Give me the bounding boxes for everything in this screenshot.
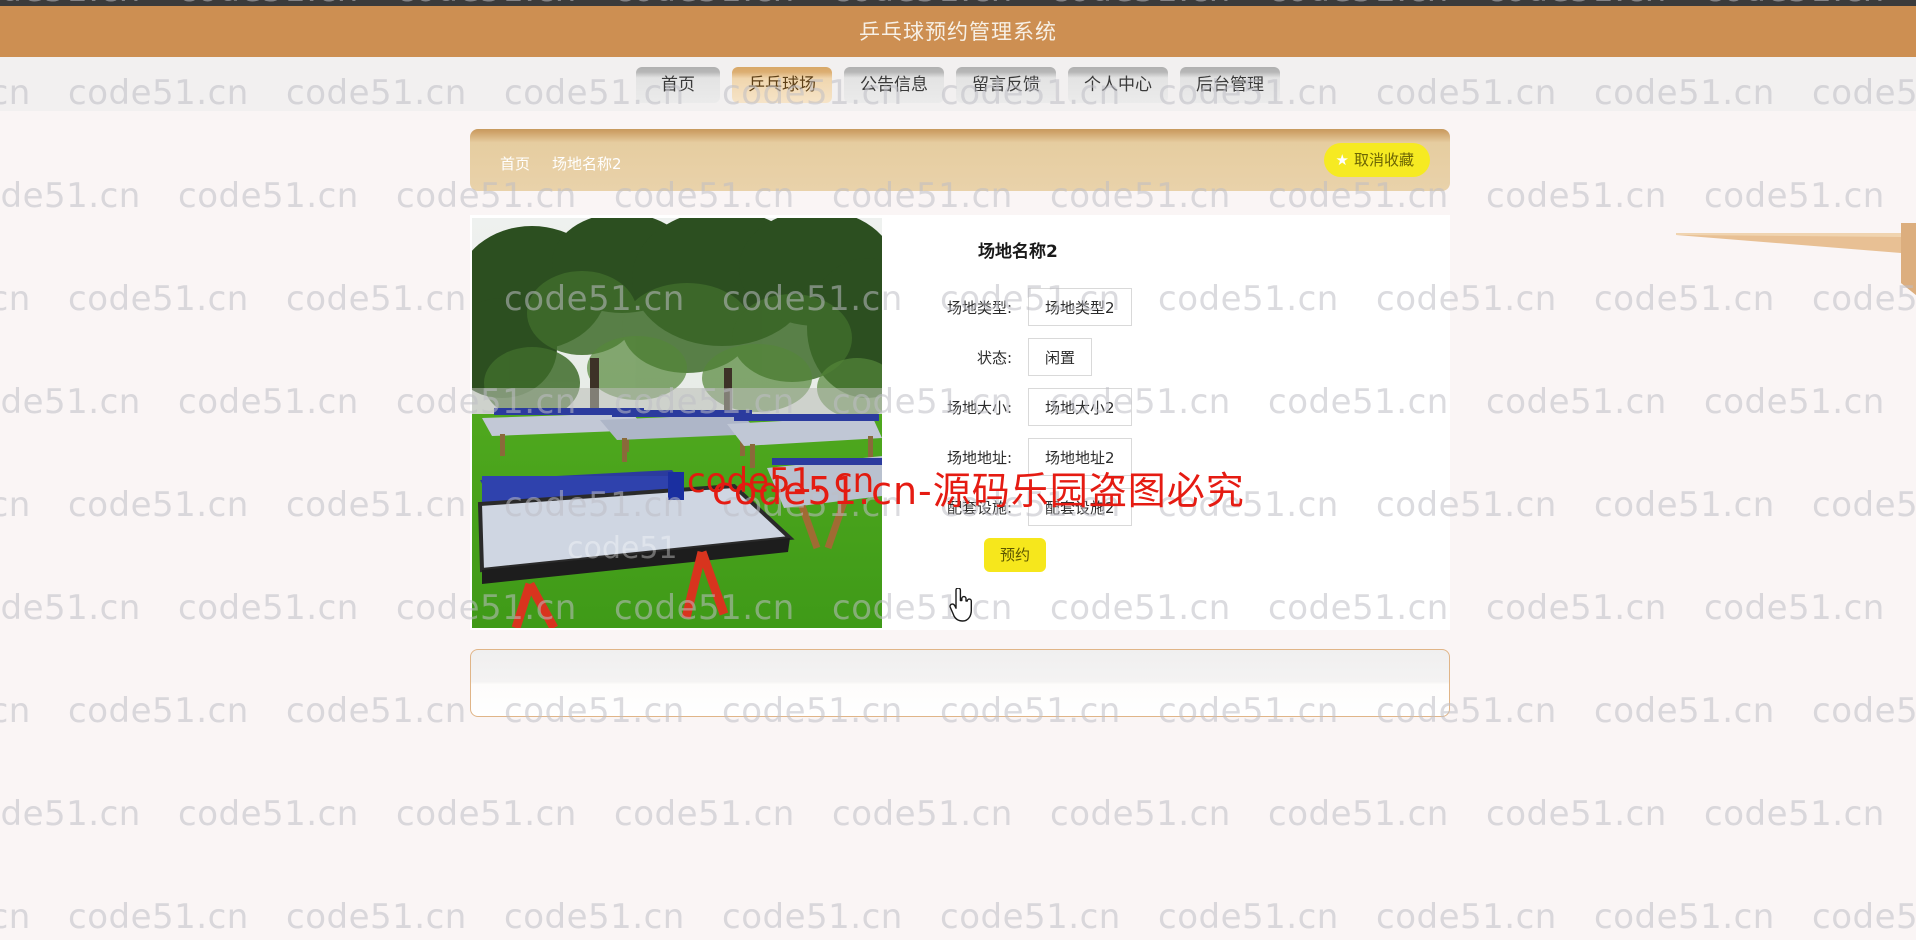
venue-type-value: 场地类型2 xyxy=(1028,288,1132,326)
svg-text:code51: code51 xyxy=(567,531,678,566)
nav-item-venues[interactable]: 乒乓球场 xyxy=(732,67,832,103)
breadcrumb: 首页 场地名称2 xyxy=(500,153,622,174)
venue-type-label: 场地类型: xyxy=(946,298,1012,317)
bottom-empty-panel xyxy=(470,649,1450,717)
field-row-venue-size: 场地大小: 场地大小2 xyxy=(908,388,1450,426)
venue-detail-body: 场地名称2 场地类型: 场地类型2 状态: 闲置 场地大小: 场地大小2 场地地… xyxy=(882,215,1450,630)
cancel-favorite-button[interactable]: ★ 取消收藏 xyxy=(1323,143,1430,177)
facilities-label: 配套设施: xyxy=(946,498,1012,517)
venue-size-label: 场地大小: xyxy=(946,398,1012,417)
breadcrumb-bar: 首页 场地名称2 ★ 取消收藏 xyxy=(470,129,1450,191)
navigation-bar: 首页 乒乓球场 公告信息 留言反馈 个人中心 后台管理 xyxy=(0,57,1916,111)
venue-size-value: 场地大小2 xyxy=(1028,388,1132,426)
status-label: 状态: xyxy=(976,348,1012,367)
nav-item-announcements[interactable]: 公告信息 xyxy=(844,67,944,103)
svg-text:code51. cn: code51. cn xyxy=(687,461,874,501)
field-row-venue-type: 场地类型: 场地类型2 xyxy=(908,288,1450,326)
nav-item-feedback[interactable]: 留言反馈 xyxy=(956,67,1056,103)
nav-items-container: 首页 乒乓球场 公告信息 留言反馈 个人中心 后台管理 xyxy=(636,67,1280,103)
cancel-favorite-label: 取消收藏 xyxy=(1353,151,1414,169)
facilities-value: 配套设施2 xyxy=(1028,488,1132,526)
breadcrumb-home-link[interactable]: 首页 xyxy=(500,153,530,174)
nav-item-personal-center[interactable]: 个人中心 xyxy=(1068,67,1168,103)
decorative-ribbon-icon xyxy=(1676,223,1916,295)
field-row-status: 状态: 闲置 xyxy=(908,338,1450,376)
book-button[interactable]: 预约 xyxy=(984,538,1046,572)
venue-name-heading: 场地名称2 xyxy=(978,242,1058,262)
venue-detail-card: code51. cn code51 场地名称2 场地类型: 场地类型2 状态: … xyxy=(470,215,1450,630)
venue-photo[interactable]: code51. cn code51 xyxy=(472,218,882,628)
venue-address-value: 场地地址2 xyxy=(1028,438,1132,476)
star-icon: ★ xyxy=(1335,150,1349,169)
nav-item-home[interactable]: 首页 xyxy=(636,67,720,103)
breadcrumb-current: 场地名称2 xyxy=(552,155,622,173)
field-row-venue-address: 场地地址: 场地地址2 xyxy=(908,438,1450,476)
nav-item-admin[interactable]: 后台管理 xyxy=(1180,67,1280,103)
main-content: 首页 场地名称2 ★ 取消收藏 code51. cn code51 场地名称2 … xyxy=(0,111,1916,940)
site-header: 乒乓球预约管理系统 xyxy=(0,6,1916,57)
field-row-facilities: 配套设施: 配套设施2 xyxy=(908,488,1450,526)
page-title: 乒乓球预约管理系统 xyxy=(859,20,1057,44)
status-value: 闲置 xyxy=(1028,338,1093,376)
venue-address-label: 场地地址: xyxy=(946,448,1012,467)
